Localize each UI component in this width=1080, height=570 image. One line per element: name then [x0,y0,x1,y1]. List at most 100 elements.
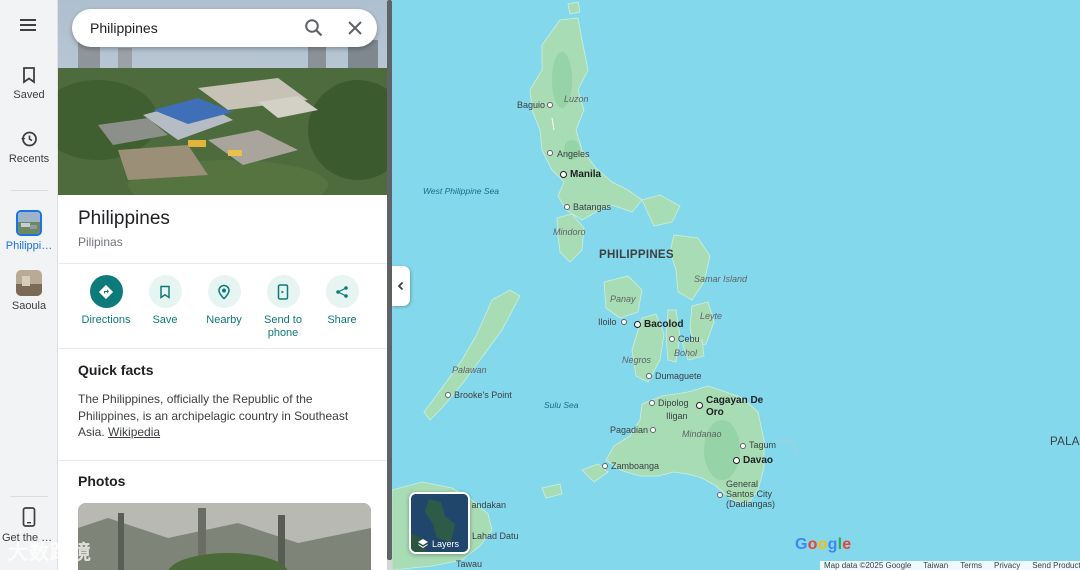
place-label-bohol[interactable]: Bohol [674,348,697,358]
hero-photo[interactable] [58,0,387,195]
rail-divider [10,190,48,191]
nearby-label: Nearby [206,314,242,326]
search-icon [305,19,323,37]
recent-place-saoula[interactable]: Saoula [0,270,58,312]
city-dot [564,204,570,210]
save-button[interactable]: Save [133,275,197,327]
place-label-mindanao[interactable]: Mindanao [682,429,722,439]
city-dot [649,400,655,406]
maps-app: Saved Recents Philippi… Saoula Get the a… [0,0,1080,570]
quick-facts-text: The Philippines, officially the Republic… [78,391,358,441]
send-feedback-link[interactable]: Send Product Feedback [1032,561,1080,570]
city-dot [696,402,703,409]
philippines-thumbnail [16,210,42,236]
place-label-brookes-point[interactable]: Brooke's Point [454,390,512,400]
place-label-panay[interactable]: Panay [610,294,636,304]
history-icon [21,131,37,147]
layers-button[interactable]: Layers [409,492,470,554]
map-attribution-bar: Map data ©2025 Google Taiwan Terms Privacy S… [820,561,1080,570]
city-dot [650,427,656,433]
place-label-sandakan[interactable]: Sandakan [472,500,506,510]
divider [58,263,387,264]
place-label-palawan[interactable]: Palawan [452,365,487,375]
city-dot [669,336,675,342]
place-label-cagayan-de-oro[interactable]: Cagayan De Oro [706,395,766,419]
share-button[interactable]: Share [310,275,374,327]
search-input[interactable] [90,18,290,38]
terms-link[interactable]: Terms [960,561,982,570]
send-to-phone-label: Send to phone [264,314,302,339]
recents-label: Recents [8,153,50,165]
layers-label: Layers [432,539,460,549]
place-label-angeles[interactable]: Angeles [557,149,590,159]
wikipedia-link[interactable]: Wikipedia [108,425,160,439]
place-label-cebu[interactable]: Cebu [678,334,700,344]
place-label-bacolod[interactable]: Bacolod [644,319,683,330]
send-to-phone-button[interactable]: Send to phone [251,275,315,340]
phone-icon [22,507,36,527]
place-label-zamboanga[interactable]: Zamboanga [611,461,659,471]
map-canvas[interactable]: Baguio Luzon Angeles Manila Batangas Min… [392,0,1080,570]
bookmark-icon [160,285,170,299]
google-logo: Google [795,536,852,553]
city-dot [621,319,627,325]
city-dot [646,373,652,379]
country-label-philippines[interactable]: PHILIPPINES [599,249,674,261]
city-dot [445,392,451,398]
collapse-panel-button[interactable] [392,266,410,306]
region-link[interactable]: Taiwan [923,561,948,570]
photos-heading: Photos [78,473,126,489]
divider [58,460,387,461]
share-label: Share [327,314,357,326]
recents-button[interactable]: Recents [0,130,58,165]
sea-label-west-philippine-sea[interactable]: West Philippine Sea [423,186,499,196]
place-label-batangas[interactable]: Batangas [573,202,611,212]
privacy-link[interactable]: Privacy [994,561,1020,570]
directions-label: Directions [81,314,131,326]
chevron-left-icon [397,281,404,291]
philippines-label: Philippi… [5,240,53,252]
place-label-negros[interactable]: Negros [622,355,651,365]
place-label-baguio[interactable]: Baguio [517,100,545,110]
place-label-dumaguete[interactable]: Dumaguete [655,371,702,381]
save-label: Save [152,314,178,326]
place-label-mindoro[interactable]: Mindoro [553,227,586,237]
saoula-label: Saoula [11,300,47,312]
nearby-icon [218,284,230,299]
place-label-tagum[interactable]: Tagum [749,440,776,450]
place-title: Philippines [78,208,170,229]
map-data-text: Map data ©2025 Google [824,561,912,570]
city-dot [547,102,553,108]
place-label-general-santos[interactable]: General Santos City (Dadiangas) [726,479,778,509]
place-label-luzon[interactable]: Luzon [564,94,589,104]
place-label-manila[interactable]: Manila [570,169,601,180]
place-label-samar-island[interactable]: Samar Island [694,274,747,284]
nearby-button[interactable]: Nearby [192,275,256,327]
share-icon [336,285,348,298]
clear-search-button[interactable] [346,19,364,37]
saved-button[interactable]: Saved [0,66,58,101]
recent-place-philippines[interactable]: Philippi… [0,210,58,252]
menu-button[interactable] [0,18,58,37]
city-dot [717,492,723,498]
rail-divider-bottom [10,496,48,497]
photo-thumbnail[interactable] [78,503,371,570]
city-dot [740,443,746,449]
country-label-palau[interactable]: PALA [1050,436,1080,448]
directions-button[interactable]: Directions [74,275,138,327]
place-label-tawau[interactable]: Tawau [456,559,482,569]
place-label-davao[interactable]: Davao [743,455,773,466]
send-to-phone-icon [277,283,289,300]
search-button[interactable] [304,18,324,38]
place-label-lahad-datu[interactable]: Lahad Datu [472,531,519,541]
place-label-pagadian[interactable]: Pagadian [610,425,648,435]
place-label-leyte[interactable]: Leyte [700,311,722,321]
place-label-dipolog[interactable]: Dipolog [658,398,689,408]
place-label-iligan[interactable]: Iligan [666,411,688,421]
city-dot [560,171,567,178]
sea-label-sulu-sea[interactable]: Sulu Sea [544,400,579,410]
place-label-iloilo[interactable]: Iloilo [598,317,617,327]
city-dot [733,457,740,464]
bookmark-icon [23,67,35,84]
divider [58,348,387,349]
